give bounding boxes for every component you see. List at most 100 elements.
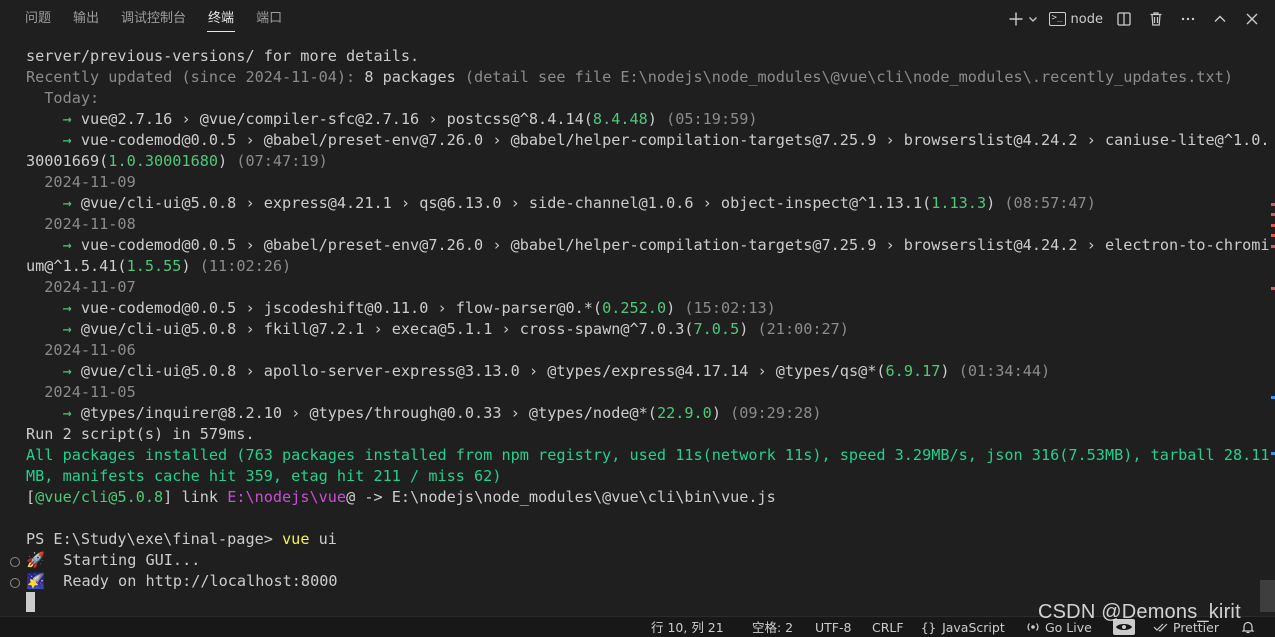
terminal-text: 30001669( (26, 152, 109, 170)
terminal-text: @vue/cli-ui@5.0.8 › fkill@7.2.1 › execa@… (80, 320, 694, 338)
split-terminal-button[interactable] (1113, 7, 1135, 31)
terminal-text: → (26, 320, 81, 338)
close-icon (1246, 13, 1258, 25)
indentation[interactable]: 空格: 2 (752, 617, 793, 637)
terminal-line: 2024-11-05 (26, 382, 136, 403)
terminal-line: All packages installed (763 packages ins… (26, 445, 1270, 466)
end-of-line[interactable]: CRLF (872, 617, 904, 637)
terminal-output[interactable]: server/previous-versions/ for more detai… (0, 46, 1270, 612)
terminal-line: → @vue/cli-ui@5.0.8 › apollo-server-expr… (26, 361, 1051, 382)
terminal-text: um@^1.5.41( (26, 257, 127, 275)
panel-header: 问题 输出 调试控制台 终端 端口 >_ node (0, 0, 1275, 38)
plus-icon (1009, 12, 1023, 26)
command-decoration-icon[interactable] (10, 557, 20, 567)
terminal-text: 2024-11-07 (26, 278, 136, 296)
terminal-text: @vue/cli-ui@5.0.8 › express@4.21.1 › qs@… (80, 194, 932, 212)
terminal-line: → @vue/cli-ui@5.0.8 › fkill@7.2.1 › exec… (26, 319, 849, 340)
terminal-text: (11:02:26) (199, 257, 292, 275)
panel-actions: >_ node (1008, 0, 1263, 38)
split-icon (1117, 12, 1131, 26)
terminal-text: → (26, 194, 81, 212)
terminal-text: ) (218, 152, 237, 170)
terminal-text: ) (647, 110, 667, 128)
terminal-text: 🚀 Starting GUI... (26, 551, 201, 569)
watermark: CSDN @Demons_kirit (1038, 601, 1241, 623)
terminal-text: Run 2 script(s) in 579ms. (26, 425, 255, 443)
terminal-text: 6.9.17 (885, 362, 941, 380)
terminal-text: 🌠 Ready on http://localhost:8000 (26, 572, 338, 590)
terminal-text: PS E:\Study\exe\final-page> (26, 530, 283, 548)
terminal-icon: >_ (1048, 12, 1066, 26)
terminal-text: 2024-11-05 (26, 383, 136, 401)
terminal-text: 0.252.0 (602, 299, 667, 317)
notifications-button[interactable] (1241, 617, 1255, 637)
chevron-up-icon (1214, 15, 1226, 22)
cursor-position[interactable]: 行 10, 列 21 (651, 617, 724, 637)
more-actions-button[interactable] (1177, 7, 1199, 31)
trash-icon (1150, 12, 1162, 26)
terminal-text: ) (711, 404, 731, 422)
terminal-text: 8 packages (364, 68, 456, 86)
terminal-line: 🚀 Starting GUI... (26, 550, 200, 571)
ruler-marker (1271, 213, 1275, 216)
chevron-down-icon (1028, 17, 1037, 22)
ruler-marker (1271, 396, 1275, 399)
maximize-panel-button[interactable] (1209, 7, 1231, 31)
terminal-text: vue-codemod@0.0.5 › @babel/preset-env@7.… (80, 236, 1270, 254)
terminal-text: (05:19:59) (666, 110, 758, 128)
terminal-select-button[interactable]: >_ node (1048, 7, 1103, 31)
terminal-text: ) (666, 299, 685, 317)
terminal-line: → @vue/cli-ui@5.0.8 › express@4.21.1 › q… (26, 193, 1096, 214)
terminal-line: → vue@2.7.16 › @vue/compiler-sfc@2.7.16 … (26, 109, 758, 130)
terminal-text: 1.0.30001680 (108, 152, 219, 170)
terminal-text: @vue/cli@5.0.8 (35, 488, 164, 506)
terminal-text: ui (309, 530, 337, 548)
terminal-text: → (26, 110, 81, 128)
ruler-marker (1271, 287, 1275, 290)
encoding[interactable]: UTF-8 (815, 617, 851, 637)
terminal-text: ] link (163, 488, 228, 506)
terminal-text: vue (282, 530, 310, 548)
terminal-line: Today: (26, 88, 99, 109)
kill-terminal-button[interactable] (1145, 7, 1167, 31)
close-panel-button[interactable] (1241, 7, 1263, 31)
terminal-text: 8.4.48 (592, 110, 648, 128)
terminal-text: MB, manifests cache hit 359, etag hit 21… (26, 467, 502, 485)
new-terminal-button[interactable] (1008, 7, 1039, 31)
terminal-text: (09:29:28) (730, 404, 822, 422)
terminal-text: (01:34:44) (958, 362, 1051, 380)
terminal-line: → @types/inquirer@8.2.10 › @types/throug… (26, 403, 822, 424)
terminal-text: (15:02:13) (684, 299, 776, 317)
tab-output[interactable]: 输出 (62, 0, 110, 38)
command-decoration-icon[interactable] (10, 578, 20, 588)
terminal-line: → vue-codemod@0.0.5 › jscodeshift@0.11.0… (26, 298, 776, 319)
terminal-scrollbar[interactable] (1260, 46, 1275, 612)
panel-tabs: 问题 输出 调试控制台 终端 端口 (14, 0, 293, 38)
language-label: JavaScript (942, 620, 1005, 635)
terminal-text: → (26, 362, 81, 380)
ruler-marker (1271, 203, 1275, 206)
terminal-text: 2024-11-08 (26, 215, 136, 233)
tab-terminal[interactable]: 终端 (197, 0, 245, 38)
tab-ports[interactable]: 端口 (245, 0, 293, 38)
terminal-text: 7.0.5 (693, 320, 740, 338)
terminal-line: 🌠 Ready on http://localhost:8000 (26, 571, 338, 592)
tab-problems[interactable]: 问题 (14, 0, 62, 38)
terminal-text: E:\nodejs\vue (227, 488, 347, 506)
terminal-line: um@^1.5.41(1.5.55) (11:02:26) (26, 256, 291, 277)
terminal-text: @vue/cli-ui@5.0.8 › apollo-server-expres… (80, 362, 886, 380)
terminal-line: MB, manifests cache hit 359, etag hit 21… (26, 466, 501, 487)
bell-icon (1241, 621, 1255, 634)
ruler-marker (1271, 245, 1275, 248)
terminal-text: ) (940, 362, 959, 380)
terminal-text: → (26, 299, 81, 317)
language-mode[interactable]: {} JavaScript (921, 617, 1005, 637)
scrollbar-thumb[interactable] (1260, 580, 1275, 612)
tab-debug-console[interactable]: 调试控制台 (110, 0, 197, 38)
terminal-text: (08:57:47) (1004, 194, 1096, 212)
terminal-text: → (26, 236, 81, 254)
terminal-line: server/previous-versions/ for more detai… (26, 46, 419, 67)
terminal-text: ) (739, 320, 758, 338)
terminal-line: 2024-11-07 (26, 277, 136, 298)
terminal-line: 30001669(1.0.30001680) (07:47:19) (26, 151, 328, 172)
